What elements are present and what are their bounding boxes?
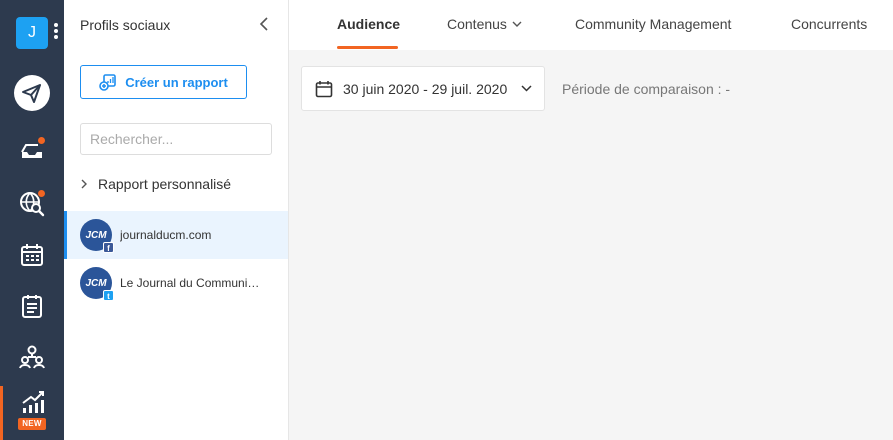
chevron-down-icon [512,21,522,27]
tab-audience[interactable]: Audience [337,16,400,32]
profile-item-journalducm-facebook[interactable]: JCM f journalducm.com [64,211,288,259]
avatar: JCM t [80,267,114,301]
panel-title: Profils sociaux [80,17,171,33]
search-input[interactable] [80,123,272,155]
active-tab-indicator [337,46,398,49]
date-range-value: 30 juin 2020 - 29 juil. 2020 [343,80,508,97]
tab-label: Contenus [447,16,507,32]
facebook-icon: f [103,242,114,253]
tab-label: Audience [337,16,401,32]
create-report-button[interactable]: Créer un rapport [80,65,247,99]
profile-item-journal-twitter[interactable]: JCM t Le Journal du Communi… [64,259,288,307]
chevron-down-icon [521,85,532,92]
active-indicator [0,386,3,440]
rail-item-posts[interactable] [12,286,52,326]
workspace-menu-icon[interactable] [53,22,59,42]
users-network-icon [19,345,45,369]
new-badge: NEW [18,418,46,430]
rail-item-calendar[interactable] [12,235,52,275]
inbox-notification-dot [37,136,46,145]
rail-item-inbox[interactable] [12,130,52,170]
calendar-icon [21,244,43,266]
listening-notification-dot [37,189,46,198]
bar-chart-icon [22,391,44,413]
calendar-icon [315,80,333,97]
rail-item-listening[interactable] [12,183,52,223]
tab-label: Community Management [575,16,732,32]
rail-item-analytics[interactable]: NEW [0,386,64,440]
profile-name: journalducm.com [120,228,212,242]
left-rail: J NEW [0,0,64,440]
profile-name: Le Journal du Communi… [120,276,260,290]
tab-contenus[interactable]: Contenus [447,16,522,32]
comparison-period: Période de comparaison : - [562,81,731,97]
avatar: JCM f [80,219,114,253]
custom-report-group[interactable]: Rapport personnalisé [80,176,231,192]
main-content: Audience Contenus Community Management C… [289,0,893,440]
chevron-right-icon [81,179,87,189]
create-report-label: Créer un rapport [125,74,228,90]
avatar-logo: JCM [85,229,107,241]
report-tabs: Audience Contenus Community Management C… [289,0,893,50]
paper-plane-icon [14,75,50,111]
tab-community-management[interactable]: Community Management [575,16,731,32]
chevron-left-icon [259,17,268,31]
social-profiles-panel: Profils sociaux Créer un rapport Rapport… [64,0,289,440]
app: J NEW Profils sociaux Créer un rapport R… [0,0,893,440]
workspace-avatar[interactable]: J [16,17,48,49]
custom-report-label: Rapport personnalisé [98,176,232,192]
tab-label: Concurrents [791,16,868,32]
clipboard-list-icon [22,295,42,318]
add-report-icon [99,74,117,91]
rail-item-team[interactable] [12,337,52,377]
date-range-picker[interactable]: 30 juin 2020 - 29 juil. 2020 [301,66,545,111]
avatar-logo: JCM [85,277,107,289]
tab-concurrents[interactable]: Concurrents [791,16,867,32]
collapse-panel-button[interactable] [255,14,273,34]
rail-item-publish[interactable] [12,73,52,113]
twitter-icon: t [103,290,114,301]
